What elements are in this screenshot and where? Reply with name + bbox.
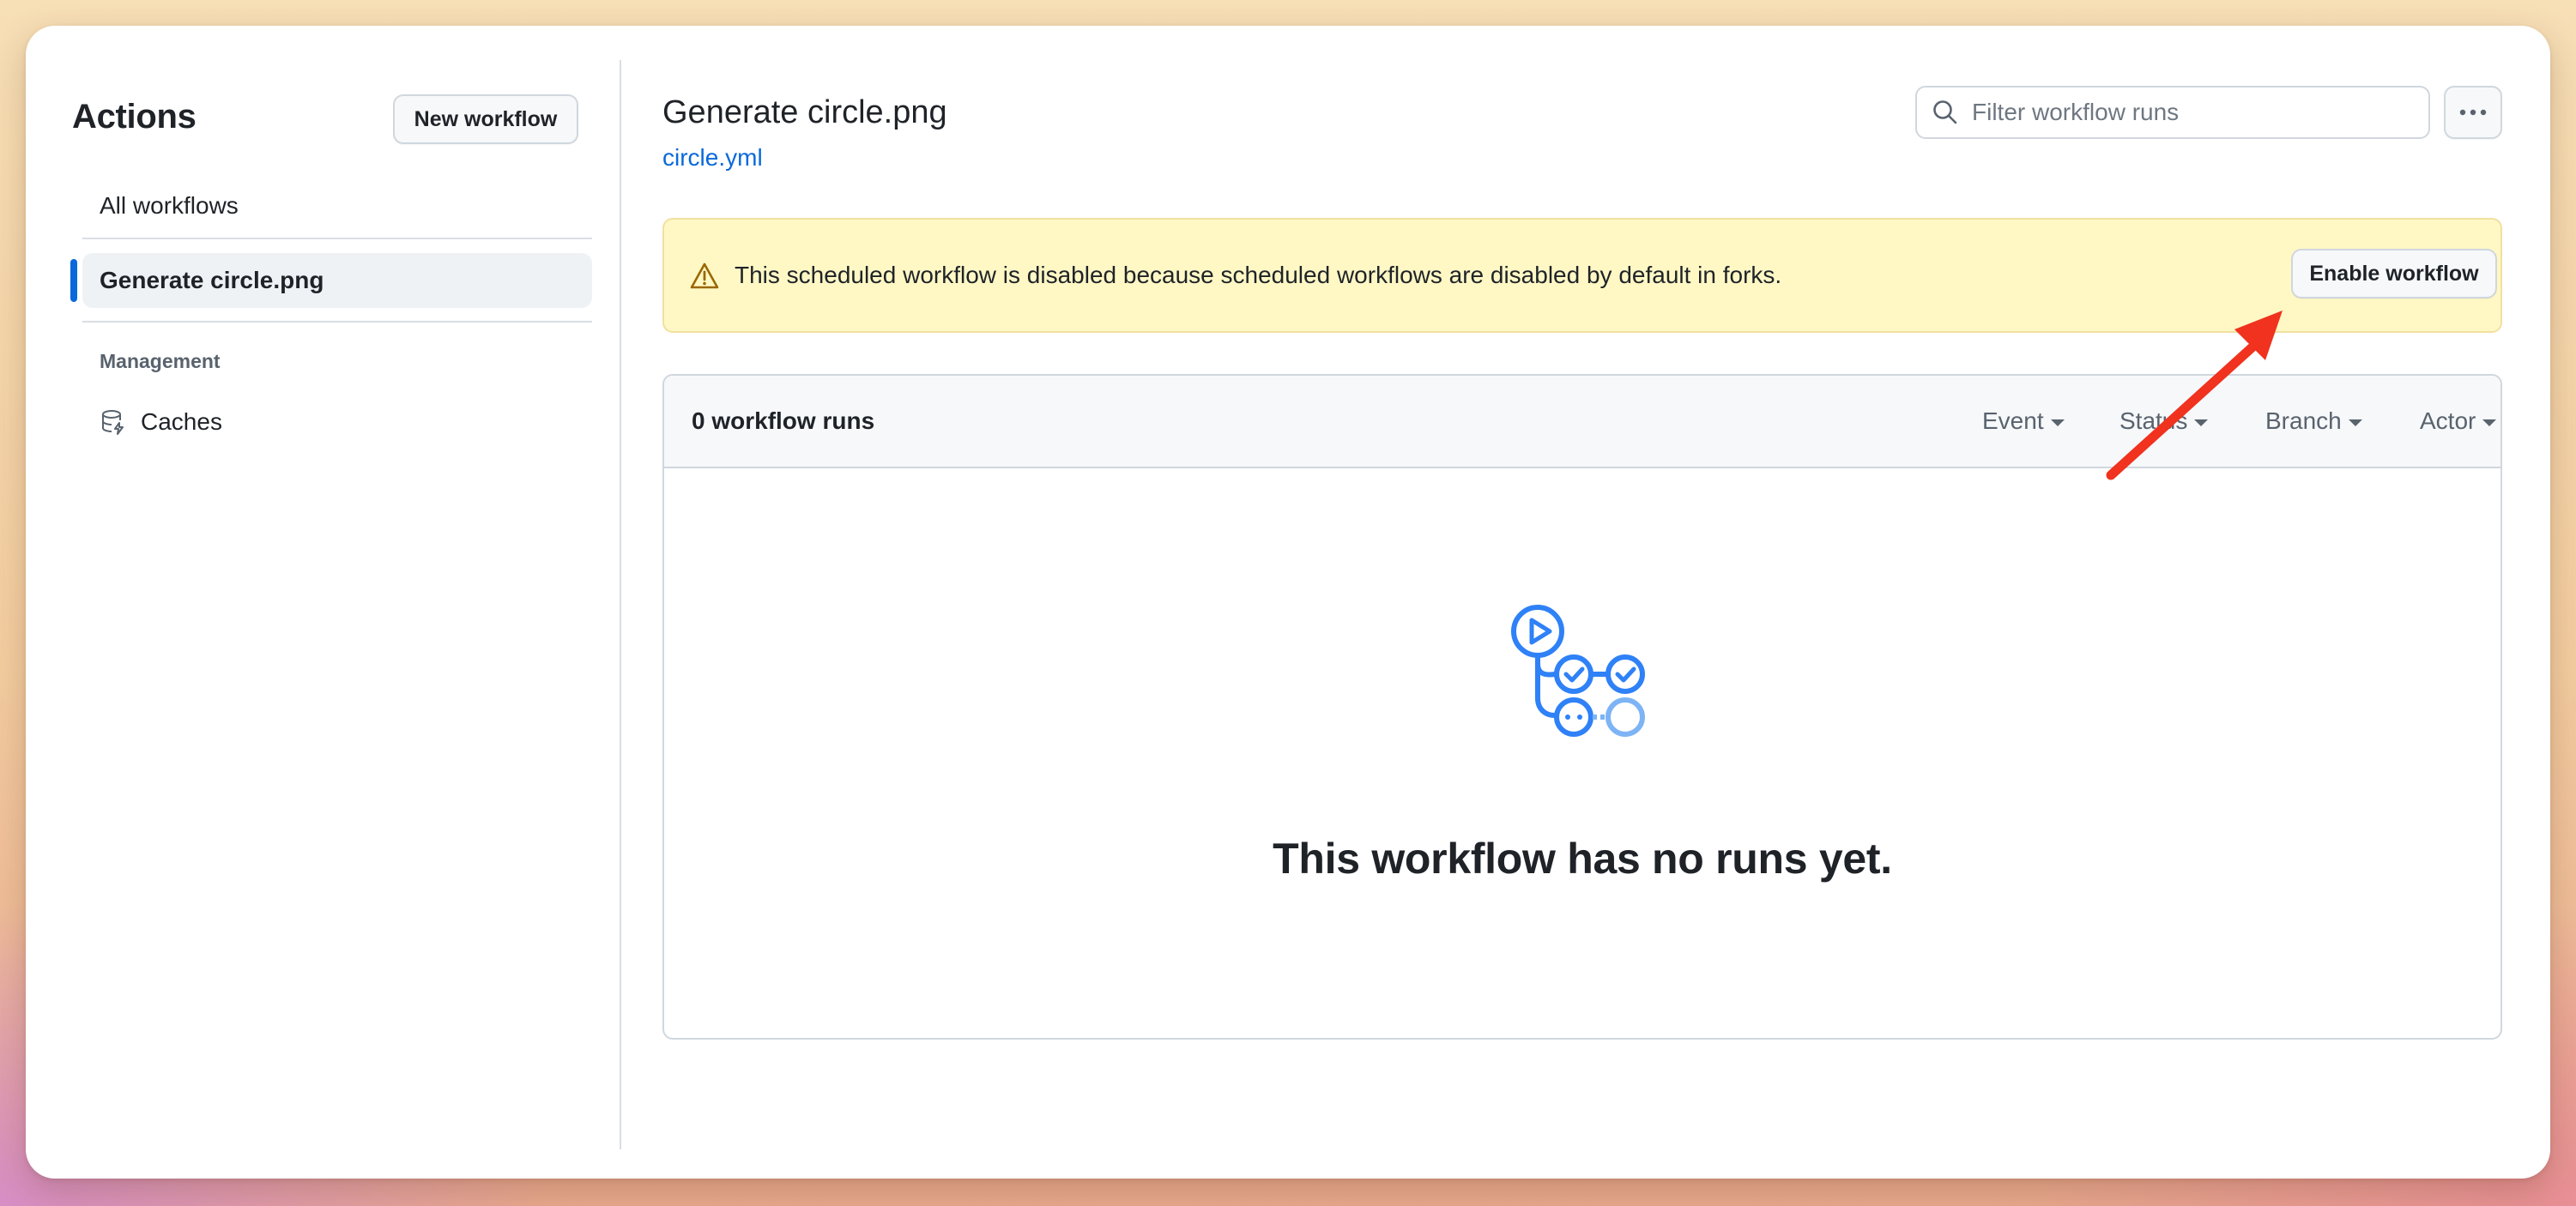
filter-label: Event xyxy=(1982,407,2044,434)
filter-event-dropdown[interactable]: Event xyxy=(1982,376,2065,467)
sidebar-item-caches[interactable]: Caches xyxy=(100,401,222,443)
page-title: Generate circle.png xyxy=(662,94,947,130)
filter-label: Branch xyxy=(2265,407,2342,434)
search-input[interactable] xyxy=(1972,99,2418,126)
sidebar-divider xyxy=(82,238,592,239)
sidebar-title: Actions xyxy=(72,98,197,136)
sidebar-item-generate-circle[interactable]: Generate circle.png xyxy=(100,253,324,308)
sidebar-vertical-divider xyxy=(620,60,621,1149)
search-field[interactable] xyxy=(1915,86,2430,139)
caret-down-icon xyxy=(2050,419,2065,426)
filter-status-dropdown[interactable]: Status xyxy=(2119,376,2209,467)
database-icon xyxy=(102,410,124,435)
section-label-management: Management xyxy=(100,350,221,372)
runs-count: 0 workflow runs xyxy=(692,407,875,434)
filter-branch-dropdown[interactable]: Branch xyxy=(2265,376,2362,467)
filter-label: Actor xyxy=(2420,407,2476,434)
app-window: Actions New workflow All workflows Gener… xyxy=(26,26,2550,1179)
caret-down-icon xyxy=(2482,419,2497,426)
sidebar: Actions New workflow All workflows Gener… xyxy=(26,26,620,1179)
kebab-horizontal-icon xyxy=(2459,109,2487,116)
active-indicator xyxy=(70,259,77,302)
empty-state-message: This workflow has no runs yet. xyxy=(1273,835,1892,883)
disabled-workflow-banner: This scheduled workflow is disabled beca… xyxy=(662,218,2502,333)
banner-message: This scheduled workflow is disabled beca… xyxy=(735,262,1782,288)
alert-triangle-icon xyxy=(690,262,719,289)
sidebar-divider xyxy=(82,321,592,323)
enable-workflow-button[interactable]: Enable workflow xyxy=(2291,249,2497,298)
new-workflow-button[interactable]: New workflow xyxy=(393,94,578,144)
workflow-runs-panel: 0 workflow runs Event Status Branch Acto… xyxy=(662,374,2502,1040)
sidebar-item-all-workflows[interactable]: All workflows xyxy=(100,185,239,226)
caret-down-icon xyxy=(2348,419,2362,426)
filter-actor-dropdown[interactable]: Actor xyxy=(2420,376,2497,467)
workflow-graph-icon xyxy=(1511,605,1645,737)
filter-label: Status xyxy=(2119,407,2188,434)
workflow-file-link[interactable]: circle.yml xyxy=(662,144,763,172)
more-options-button[interactable] xyxy=(2444,86,2502,139)
runs-header: 0 workflow runs Event Status Branch Acto… xyxy=(664,376,2500,468)
caret-down-icon xyxy=(2194,419,2209,426)
search-icon xyxy=(1933,100,1957,124)
sidebar-item-label: Caches xyxy=(141,408,222,435)
